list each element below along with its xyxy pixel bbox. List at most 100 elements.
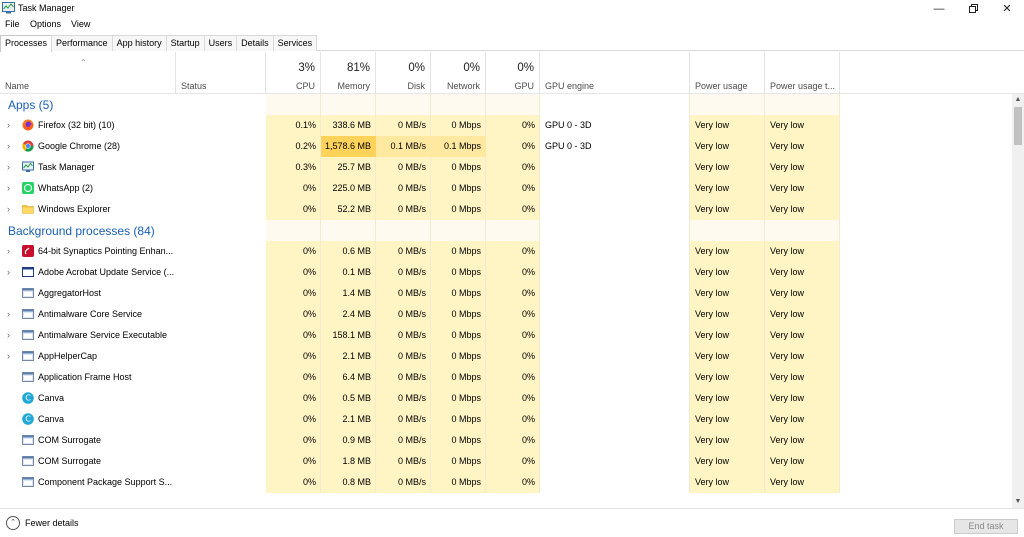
chevron-up-icon: ⌃	[6, 516, 20, 530]
heat-background	[321, 94, 376, 115]
power-trend-cell: Very low	[770, 351, 805, 361]
chevron-right-icon[interactable]: ›	[7, 178, 10, 199]
power-trend-cell: Very low	[770, 309, 805, 319]
header-network[interactable]: 0% Network	[431, 52, 486, 94]
table-row[interactable]: C Canva 0% 0.5 MB 0 MB/s 0 Mbps 0% Very low Very…	[0, 388, 1012, 409]
header-gpu[interactable]: 0% GPU	[486, 52, 540, 94]
scroll-up-icon[interactable]: ▲	[1012, 94, 1024, 106]
table-row[interactable]: COM Surrogate 0% 1.8 MB 0 MB/s 0 Mbps 0% Very …	[0, 451, 1012, 472]
table-row[interactable]: › Adobe Acrobat Update Service (... 0% 0.1 …	[0, 262, 1012, 283]
minimize-button[interactable]: —	[922, 0, 956, 17]
header-power-trend[interactable]: Power usage t...	[765, 52, 840, 94]
gpu-engine-cell	[540, 388, 690, 409]
table-row[interactable]: › Antimalware Core Service 0% 2.4 MB 0 MB/s 0…	[0, 304, 1012, 325]
table-row[interactable]: › WhatsApp (2) 0% 225.0 MB 0 MB/s 0 Mbps 0% Ver…	[0, 178, 1012, 199]
tab-services[interactable]: Services	[272, 35, 318, 51]
header-status[interactable]: Status	[176, 52, 266, 94]
gpu-engine-cell	[540, 472, 690, 493]
table-row[interactable]: Application Frame Host 0% 6.4 MB 0 MB/s 0 Mb…	[0, 367, 1012, 388]
gpu-cell: 0%	[521, 351, 535, 361]
table-row[interactable]: AggregatorHost 0% 1.4 MB 0 MB/s 0 Mbps 0% Very…	[0, 283, 1012, 304]
memory-cell: 338.6 MB	[332, 120, 371, 130]
table-row[interactable]: › 64-bit Synaptics Pointing Enhan... 0% 0.6…	[0, 241, 1012, 262]
menu-file[interactable]: File	[5, 19, 20, 29]
header-gpu-engine[interactable]: GPU engine	[540, 52, 690, 94]
disk-cell: 0 MB/s	[397, 330, 426, 340]
tab-performance[interactable]: Performance	[51, 35, 113, 51]
table-row[interactable]: › Antimalware Service Executable 0% 158.1 M…	[0, 325, 1012, 346]
group-header-apps[interactable]: Apps (5)	[0, 94, 1012, 115]
tab-processes[interactable]: Processes	[0, 35, 53, 52]
memory-cell: 52.2 MB	[337, 204, 371, 214]
chevron-right-icon[interactable]: ›	[7, 115, 10, 136]
canva-icon: C	[22, 392, 34, 404]
gpu-engine-cell	[540, 346, 690, 367]
fewer-details-button[interactable]: ⌃ Fewer details	[6, 516, 79, 530]
title-bar: Task Manager — ✕	[0, 0, 1024, 17]
process-name: Canva	[38, 414, 65, 424]
header-disk[interactable]: 0% Disk	[376, 52, 431, 94]
restore-icon	[968, 4, 978, 13]
process-name: Google Chrome (28)	[38, 141, 121, 151]
menu-bar: File Options View	[0, 17, 1024, 32]
disk-cell: 0 MB/s	[397, 120, 426, 130]
fewer-details-label: Fewer details	[25, 518, 79, 528]
table-row[interactable]: › Task Manager 0.3% 25.7 MB 0 MB/s 0 Mbps 0% Ve…	[0, 157, 1012, 178]
header-power-usage[interactable]: Power usage	[690, 52, 765, 94]
gpu-cell: 0%	[521, 288, 535, 298]
scroll-down-icon[interactable]: ▼	[1012, 496, 1024, 508]
tab-app-history[interactable]: App history	[111, 35, 167, 51]
chevron-right-icon[interactable]: ›	[7, 199, 10, 220]
power-usage-cell: Very low	[695, 141, 730, 151]
close-button[interactable]: ✕	[990, 0, 1024, 17]
header-memory[interactable]: 81% Memory	[321, 52, 376, 94]
gpu-engine-cell	[540, 367, 690, 388]
group-header-background[interactable]: Background processes (84)	[0, 220, 1012, 241]
table-row[interactable]: COM Surrogate 0% 0.9 MB 0 MB/s 0 Mbps 0% Very …	[0, 430, 1012, 451]
process-name: Component Package Support S...	[38, 477, 173, 487]
network-cell: 0 Mbps	[451, 435, 481, 445]
cpu-cell: 0%	[302, 414, 316, 424]
process-name: Application Frame Host	[38, 372, 132, 382]
chevron-right-icon[interactable]: ›	[7, 157, 10, 178]
tab-details[interactable]: Details	[236, 35, 274, 51]
chevron-right-icon[interactable]: ›	[7, 304, 10, 325]
tab-startup[interactable]: Startup	[165, 35, 205, 51]
power-usage-cell: Very low	[695, 162, 730, 172]
task-manager-icon	[22, 161, 34, 173]
tab-users[interactable]: Users	[203, 35, 238, 51]
menu-options[interactable]: Options	[30, 19, 61, 29]
end-task-button[interactable]: End task	[954, 519, 1018, 534]
memory-cell: 0.9 MB	[342, 435, 371, 445]
chevron-right-icon[interactable]: ›	[7, 346, 10, 367]
scroll-thumb[interactable]	[1014, 107, 1022, 145]
maximize-button[interactable]	[956, 0, 990, 17]
table-row[interactable]: › Google Chrome (28) 0.2% 1,578.6 MB 0.1 MB/…	[0, 136, 1012, 157]
whatsapp-icon	[22, 182, 34, 194]
chevron-right-icon[interactable]: ›	[7, 325, 10, 346]
table-row[interactable]: C Canva 0% 2.1 MB 0 MB/s 0 Mbps 0% Very low Very…	[0, 409, 1012, 430]
header-name[interactable]: ⌃ Name	[0, 52, 176, 94]
cpu-cell: 0.3%	[295, 162, 316, 172]
process-name: Task Manager	[38, 162, 95, 172]
heat-background	[431, 94, 486, 115]
chevron-right-icon[interactable]: ›	[7, 241, 10, 262]
gpu-engine-cell	[540, 157, 690, 178]
chevron-right-icon[interactable]: ›	[7, 262, 10, 283]
memory-cell: 0.6 MB	[342, 246, 371, 256]
header-cpu[interactable]: 3% CPU	[266, 52, 321, 94]
disk-cell: 0 MB/s	[397, 162, 426, 172]
chevron-right-icon[interactable]: ›	[7, 136, 10, 157]
heat-background	[376, 220, 431, 241]
gpu-cell: 0%	[521, 183, 535, 193]
table-row[interactable]: Component Package Support S... 0% 0.8 MB 0 …	[0, 472, 1012, 493]
cpu-cell: 0%	[302, 246, 316, 256]
vertical-scrollbar[interactable]: ▲ ▼	[1012, 94, 1024, 508]
table-row[interactable]: › Firefox (32 bit) (10) 0.1% 338.6 MB 0 MB/s…	[0, 115, 1012, 136]
window-icon	[22, 266, 34, 278]
disk-cell: 0 MB/s	[397, 183, 426, 193]
power-usage-cell: Very low	[695, 393, 730, 403]
table-row[interactable]: › AppHelperCap 0% 2.1 MB 0 MB/s 0 Mbps 0% Very …	[0, 346, 1012, 367]
menu-view[interactable]: View	[71, 19, 90, 29]
table-row[interactable]: › Windows Explorer 0% 52.2 MB 0 MB/s 0 Mbps 0%…	[0, 199, 1012, 220]
